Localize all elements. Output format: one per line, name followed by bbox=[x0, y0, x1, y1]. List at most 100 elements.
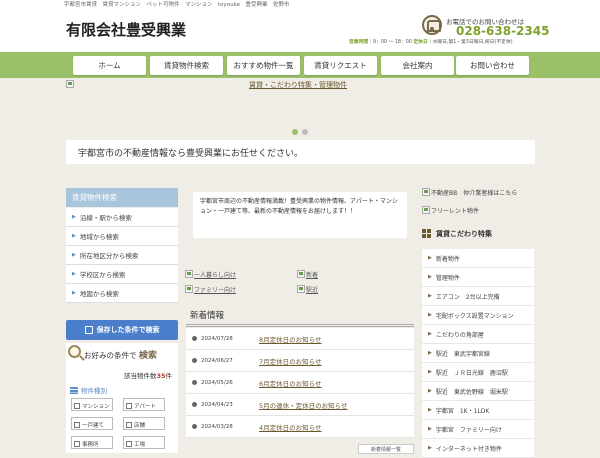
menu-label: 学校区から検索 bbox=[79, 271, 126, 279]
search-by-school[interactable]: ▶ 学校区から検索 bbox=[66, 265, 178, 284]
menu-label: 地図から検索 bbox=[79, 290, 119, 298]
news-date: 2024/05/26 bbox=[201, 379, 233, 386]
nav-contact[interactable]: お問い合わせ bbox=[456, 56, 529, 75]
feature-item[interactable]: ▶ エアコン 2台以上完備 bbox=[422, 287, 534, 306]
menu-label: 沿線・駅から検索 bbox=[79, 214, 132, 222]
fudosan-bb-link[interactable]: 不動産BB 仲介業者様はこちら bbox=[422, 188, 517, 197]
bullet-icon bbox=[192, 402, 197, 407]
feature-item[interactable]: ▶ 宅配ボックス設置マンション bbox=[422, 306, 534, 325]
link-text: 駅近 bbox=[306, 287, 319, 294]
triangle-right-icon: ▶ bbox=[428, 445, 432, 451]
site-description: 宇都宮市周辺の不動産情報満載！豊受興業の物件情報、アパート・マンション・一戸建て… bbox=[193, 192, 407, 238]
type-store-checkbox[interactable]: 店舗 bbox=[126, 421, 145, 429]
triangle-right-icon: ▶ bbox=[72, 271, 76, 277]
feature-heading-label: 賃貸こだわり特集 bbox=[436, 229, 492, 238]
menu-label: 地域から検索 bbox=[79, 233, 119, 241]
triangle-right-icon: ▶ bbox=[428, 293, 432, 299]
slider-dot[interactable] bbox=[302, 129, 308, 135]
feature-label: 駅近 東武宇都宮線 bbox=[435, 350, 490, 358]
feature-label: 新着物件 bbox=[435, 255, 460, 263]
news-list: 2024/07/28 8月定休日のお知らせ 2024/06/27 7月定休日のお知ら… bbox=[186, 328, 414, 438]
search-by-line[interactable]: ▶ 沿線・駅から検索 bbox=[66, 208, 178, 227]
search-by-map[interactable]: ▶ 地図から検索 bbox=[66, 284, 178, 303]
news-link[interactable]: 4月定休日のお知らせ bbox=[259, 422, 322, 432]
banner-link[interactable]: 賃貸・こだわり特集・管理物件 bbox=[249, 80, 347, 90]
grid-icon bbox=[422, 229, 431, 238]
news-item: 2024/07/28 8月定休日のお知らせ bbox=[186, 328, 414, 350]
triangle-right-icon: ▶ bbox=[428, 426, 432, 432]
triangle-right-icon: ▶ bbox=[428, 388, 432, 394]
company-name[interactable]: 有限会社豊受興業 bbox=[66, 19, 186, 40]
search-by-area[interactable]: ▶ 地域から検索 bbox=[66, 227, 178, 246]
type-label: 事務所 bbox=[82, 442, 99, 448]
bullet-icon bbox=[192, 380, 197, 385]
news-item: 2024/06/27 7月定休日のお知らせ bbox=[186, 350, 414, 372]
link-family[interactable]: ファミリー向け bbox=[185, 285, 236, 294]
feature-item[interactable]: ▶ 駅近 東武宇都宮線 bbox=[422, 344, 534, 363]
nav-company[interactable]: 会社案内 bbox=[381, 56, 454, 75]
link-text: フリーレント物件 bbox=[431, 208, 480, 215]
news-link[interactable]: 6月定休日のお知らせ bbox=[259, 378, 322, 388]
search-by-district[interactable]: ▶ 所在地区分から検索 bbox=[66, 246, 178, 265]
news-link[interactable]: 8月定休日のお知らせ bbox=[259, 334, 322, 344]
slider-dot-active[interactable] bbox=[292, 129, 298, 135]
feature-item[interactable]: ▶ 宇都宮 1K・1LDK bbox=[422, 401, 534, 420]
triangle-right-icon: ▶ bbox=[428, 369, 432, 375]
phone-number[interactable]: 028-638-2345 bbox=[456, 24, 549, 38]
nav-rental-request[interactable]: 賃貸リクエスト bbox=[304, 56, 377, 75]
image-icon bbox=[422, 206, 430, 214]
image-icon bbox=[185, 270, 193, 278]
feature-label: 宅配ボックス設置マンション bbox=[435, 312, 514, 320]
hours-value: 9：00 ～ 18：00 bbox=[373, 40, 412, 45]
news-link[interactable]: 5月の連休・定休日のお知らせ bbox=[259, 400, 348, 410]
type-office-checkbox[interactable]: 事務所 bbox=[74, 440, 99, 448]
banner-image-icon bbox=[66, 80, 74, 88]
triangle-right-icon: ▶ bbox=[72, 290, 76, 296]
feature-list: ▶ 新着物件 ▶ 管理物件 ▶ エアコン 2台以上完備 ▶ 宅配ボックス設置マンション … bbox=[422, 249, 534, 458]
free-rent-link[interactable]: フリーレント物件 bbox=[422, 206, 479, 215]
link-single-living[interactable]: 一人暮らし向け bbox=[185, 270, 236, 279]
triangle-right-icon: ▶ bbox=[428, 255, 432, 261]
link-text: 一人暮らし向け bbox=[194, 272, 237, 279]
news-more-button[interactable]: 新着情報一覧 bbox=[358, 444, 414, 454]
feature-item[interactable]: ▶ こだわりの角部屋 bbox=[422, 325, 534, 344]
magnifier-icon bbox=[68, 345, 81, 358]
feature-label: インターネット付き物件 bbox=[435, 445, 502, 453]
feature-item[interactable]: ▶ 駅近 東武佐野線 堀米駅 bbox=[422, 382, 534, 401]
news-link[interactable]: 7月定休日のお知らせ bbox=[259, 356, 322, 366]
type-factory-checkbox[interactable]: 工場 bbox=[126, 440, 145, 448]
nav-recommended[interactable]: おすすめ物件一覧 bbox=[227, 56, 300, 75]
news-item: 2024/05/26 6月定休日のお知らせ bbox=[186, 372, 414, 394]
type-house-checkbox[interactable]: 一戸建て bbox=[74, 421, 104, 429]
feature-item[interactable]: ▶ 管理物件 bbox=[422, 268, 534, 287]
news-date: 2024/04/23 bbox=[201, 401, 233, 408]
feature-item[interactable]: ▶ 駅近 ＪＲ日光線 鹿沼駅 bbox=[422, 363, 534, 382]
header-tagline: 宇都宮市賃貸 賃貸マンション ペット可物件 マンション toyouke 豊受興業… bbox=[64, 2, 290, 8]
type-label: 一戸建て bbox=[82, 423, 105, 429]
bullet-icon bbox=[192, 424, 197, 429]
feature-item[interactable]: ▶ インターネット付き物件 bbox=[422, 439, 534, 458]
result-count: 該当物件数35件 bbox=[124, 370, 172, 380]
saved-search-button[interactable]: 保存した条件で検索 bbox=[66, 320, 178, 340]
property-type-label: 物件種別 bbox=[81, 387, 107, 395]
feature-label: 駅近 ＪＲ日光線 鹿沼駅 bbox=[435, 369, 508, 377]
feature-label: エアコン 2台以上完備 bbox=[435, 293, 500, 301]
feature-item[interactable]: ▶ 宇都宮 ファミリー向け bbox=[422, 420, 534, 439]
nav-home[interactable]: ホーム bbox=[73, 56, 146, 75]
triangle-right-icon: ▶ bbox=[428, 274, 432, 280]
news-date: 2024/06/27 bbox=[201, 357, 233, 364]
triangle-right-icon: ▶ bbox=[428, 331, 432, 337]
feature-item[interactable]: ▶ 新着物件 bbox=[422, 249, 534, 268]
link-new-arrivals[interactable]: 新着 bbox=[297, 270, 318, 279]
link-near-station[interactable]: 駅近 bbox=[297, 285, 318, 294]
intro-banner: 宇都宮市の不動産情報なら豊受興業にお任せください。 bbox=[66, 140, 535, 164]
nav-rental-search[interactable]: 賃貸物件検索 bbox=[150, 56, 223, 75]
hours-label: 営業時間 bbox=[349, 40, 369, 45]
type-label: 店舗 bbox=[134, 423, 146, 429]
type-label: マンション bbox=[82, 404, 110, 410]
triangle-right-icon: ▶ bbox=[428, 407, 432, 413]
rental-search-menu: ▶ 沿線・駅から検索 ▶ 地域から検索 ▶ 所在地区分から検索 ▶ 学校区から検索 ▶ 地… bbox=[66, 208, 178, 303]
type-apartment-checkbox[interactable]: アパート bbox=[126, 402, 156, 410]
holiday-value: 水曜日,第1・第3日曜日,祝日(不定休) bbox=[432, 40, 513, 45]
type-mansion-checkbox[interactable]: マンション bbox=[74, 402, 110, 410]
